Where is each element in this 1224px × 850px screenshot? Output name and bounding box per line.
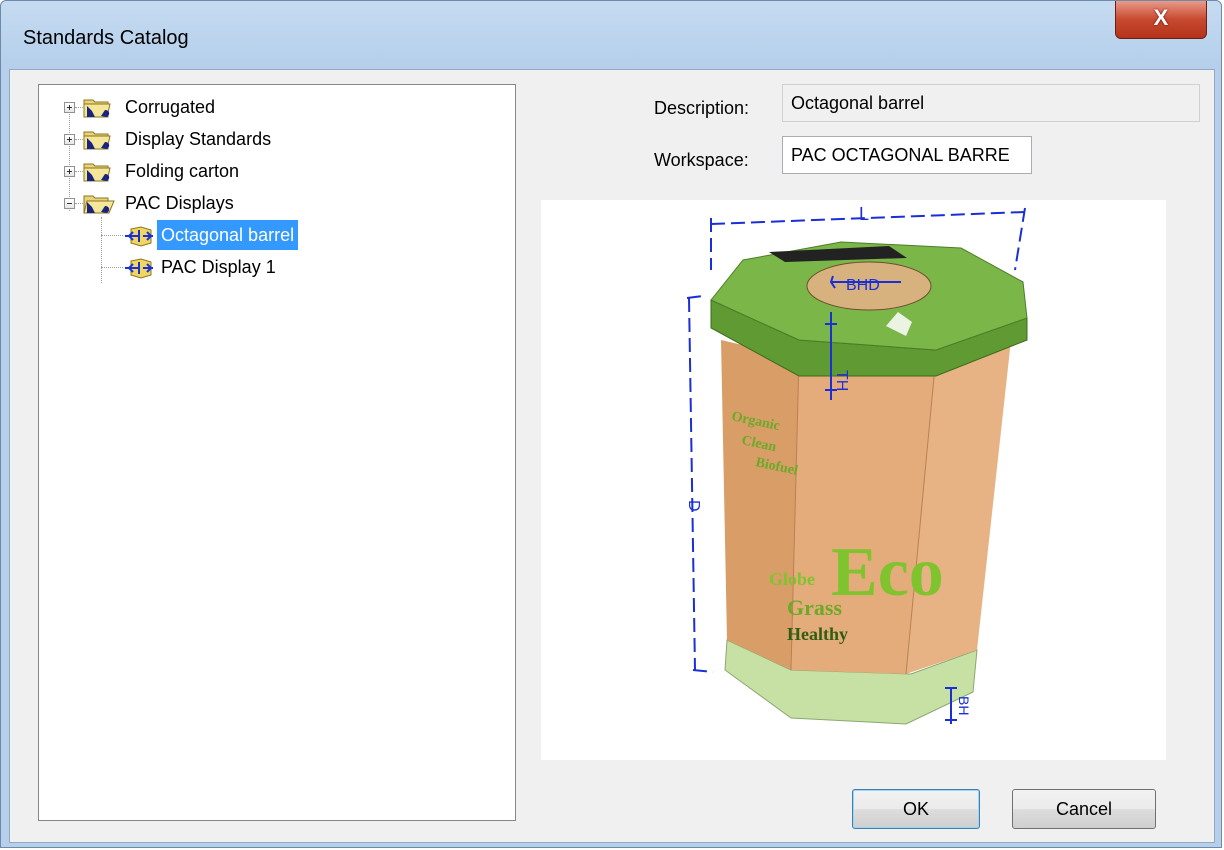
dialog-client: Corrugated Display Standards Folding car… [9, 69, 1215, 843]
cancel-button[interactable]: Cancel [1012, 789, 1156, 829]
expand-icon[interactable] [64, 102, 75, 113]
description-field: Octagonal barrel [782, 84, 1200, 122]
dialog-window: Standards Catalog X Corrugated Display S… [0, 0, 1222, 848]
tree-item-label: Display Standards [125, 129, 272, 149]
expand-icon[interactable] [64, 166, 75, 177]
tree-item-pac-displays[interactable]: PAC Displays [39, 188, 509, 218]
tree-item-corrugated[interactable]: Corrugated [39, 92, 509, 122]
title-bar[interactable]: Standards Catalog X [1, 1, 1221, 71]
dim-bhd-label: BHD [846, 277, 880, 294]
tree-item-folding-carton[interactable]: Folding carton [39, 156, 509, 186]
tree-item-display-standards[interactable]: Display Standards [39, 124, 509, 154]
open-folder-icon [83, 195, 115, 214]
tree-item-octagonal-barrel[interactable]: Octagonal barrel [39, 220, 509, 250]
tree-item-label: Folding carton [125, 161, 240, 181]
tree-item-label: PAC Display 1 [161, 257, 276, 277]
tree-item-pac-display-1[interactable]: PAC Display 1 [39, 252, 509, 282]
window-title: Standards Catalog [23, 27, 189, 49]
tree-item-label: Corrugated [125, 97, 216, 117]
display-standard-icon [125, 226, 153, 247]
dim-length-label: L [859, 204, 869, 224]
dim-d-label: D [685, 500, 702, 512]
art-eco: Eco [831, 534, 944, 611]
close-icon: X [1153, 5, 1169, 30]
art-globe: Globe [769, 569, 815, 589]
dim-th-label: TH [833, 370, 850, 391]
close-button[interactable]: X [1115, 1, 1207, 39]
art-grass: Grass [787, 595, 842, 620]
ok-button[interactable]: OK [852, 789, 980, 829]
display-standard-icon [125, 258, 153, 279]
folder-icon [83, 131, 111, 150]
preview-image: Eco Globe Grass Healthy Organic Clean Bi… [541, 200, 1166, 760]
tree-item-label: Octagonal barrel [157, 220, 299, 250]
dim-bh-label: BH [956, 696, 972, 715]
catalog-tree[interactable]: Corrugated Display Standards Folding car… [38, 84, 516, 821]
art-healthy: Healthy [787, 624, 848, 644]
barrel-illustration: Eco Globe Grass Healthy Organic Clean Bi… [685, 204, 1028, 725]
expand-icon[interactable] [64, 134, 75, 145]
workspace-label: Workspace: [654, 150, 749, 170]
workspace-field[interactable]: PAC OCTAGONAL BARRE [782, 136, 1032, 174]
collapse-icon[interactable] [64, 198, 75, 209]
description-label: Description: [654, 98, 750, 118]
folder-icon [83, 99, 111, 118]
folder-icon [83, 163, 111, 182]
tree-item-label: PAC Displays [125, 193, 234, 213]
